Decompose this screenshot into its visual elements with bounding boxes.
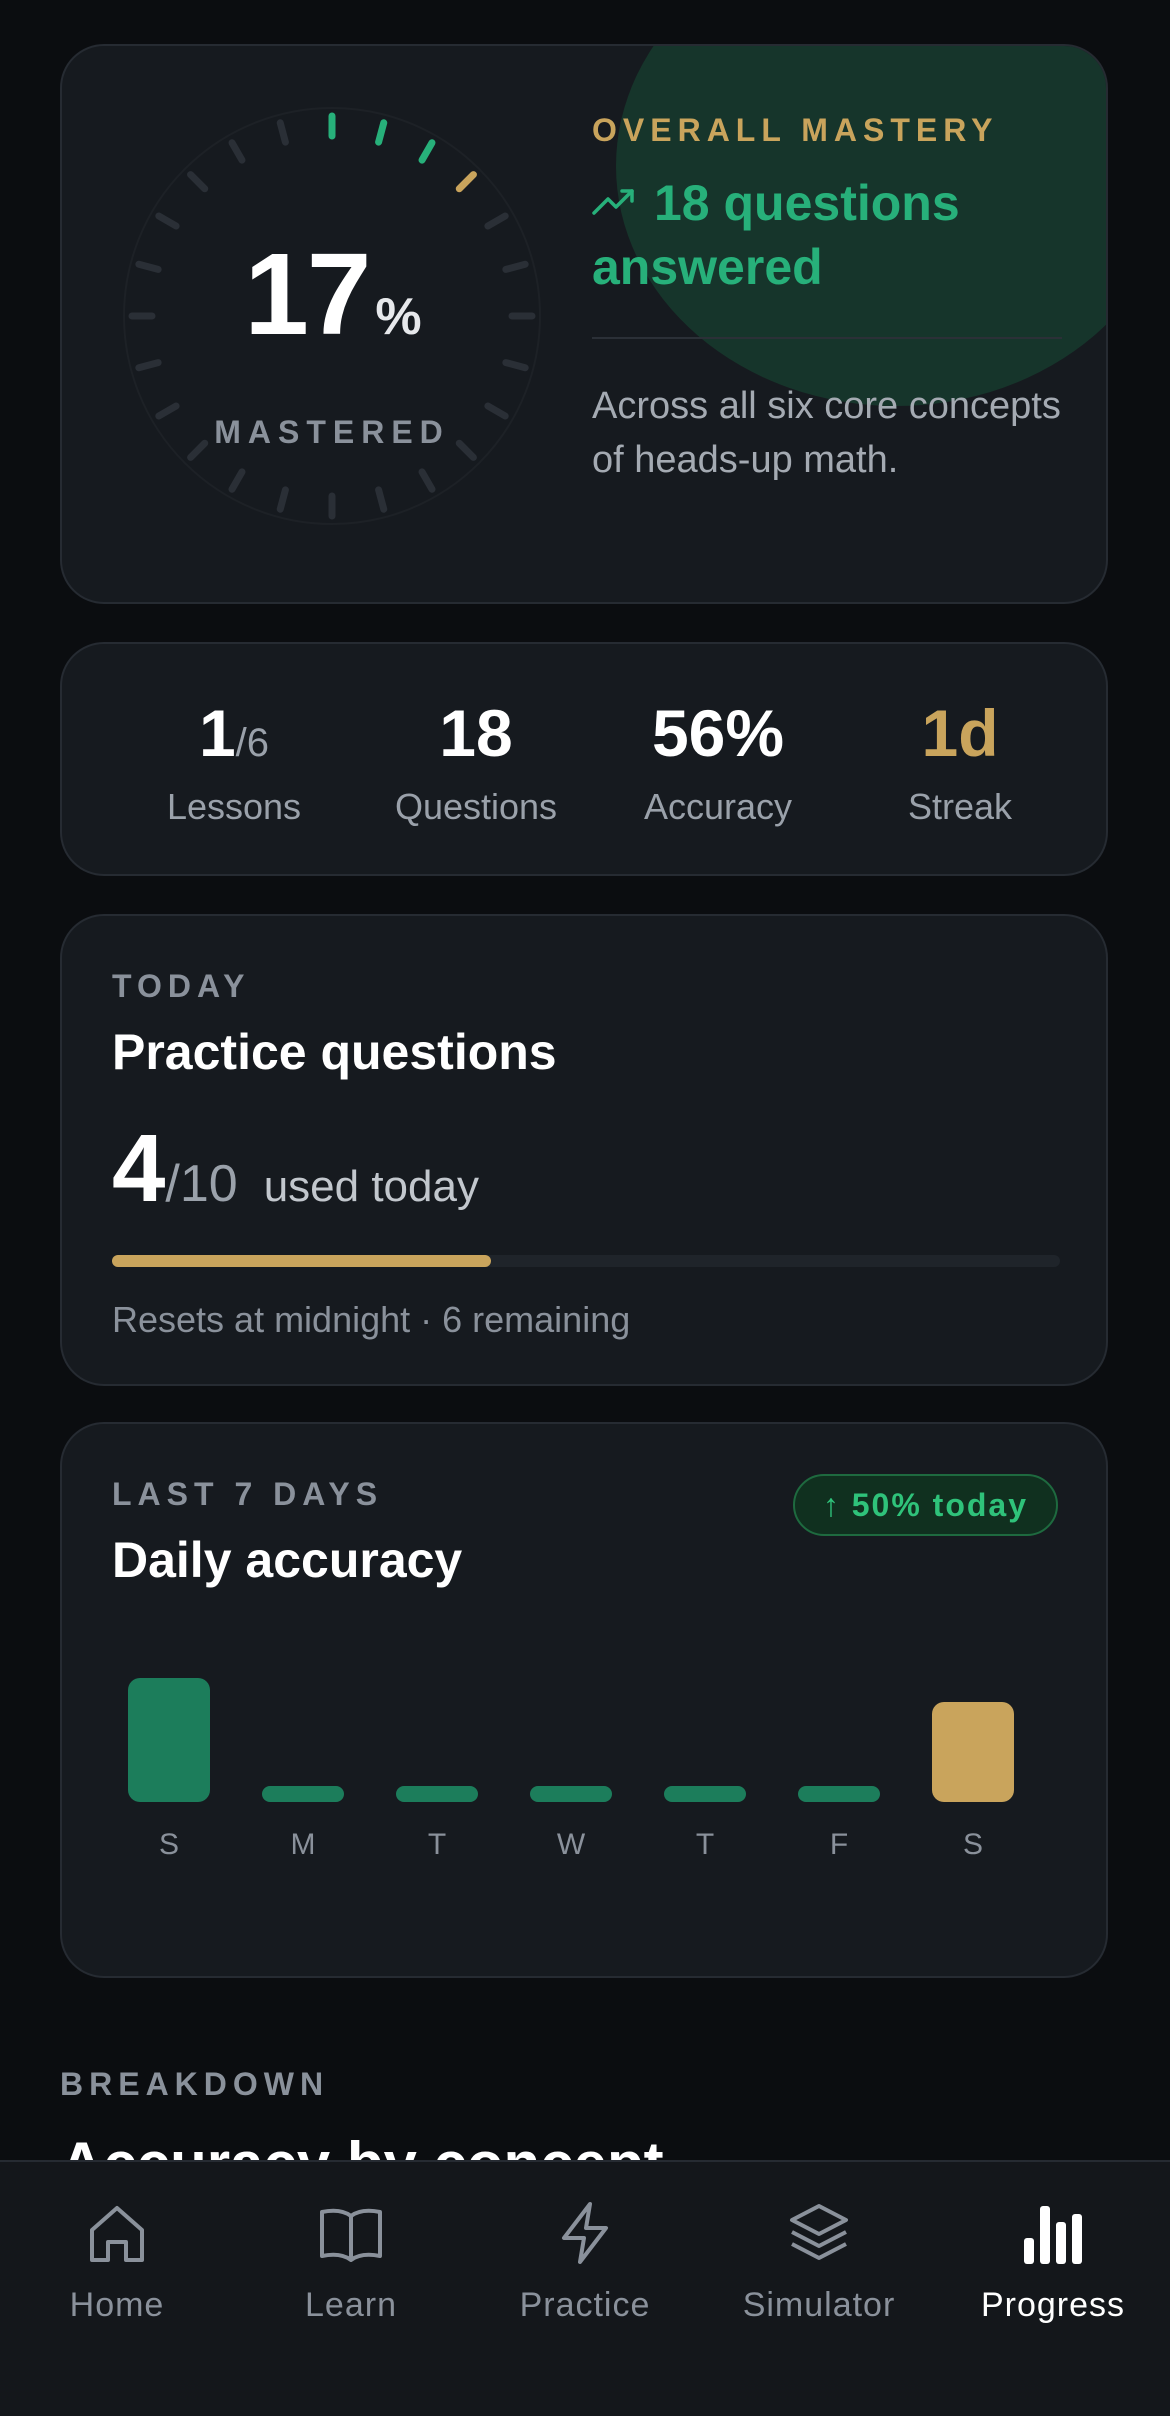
- mastery-card: 17% MASTERED OVERALL MASTERY 18 question…: [60, 44, 1108, 604]
- trending-up-icon: [592, 189, 634, 215]
- bar-chart-icon: [1024, 2206, 1082, 2264]
- bar-6: [932, 1702, 1014, 1802]
- daily-accuracy-title: Daily accuracy: [112, 1532, 463, 1588]
- stat-streak: 1d Streak: [907, 696, 1013, 827]
- dial-tick: [276, 119, 289, 146]
- dial-tick: [228, 139, 246, 164]
- dial-tick: [276, 486, 289, 513]
- nav-home[interactable]: Home: [0, 2198, 234, 2325]
- layers-icon: [790, 2204, 848, 2260]
- bottom-nav: Home Learn Practice Simulator Progress: [0, 2160, 1170, 2416]
- daily-accuracy-card: S M T W T F S LAST 7 DAYS Daily accuracy ↑ 50%…: [60, 1422, 1108, 1978]
- day-label-1: M: [291, 1828, 316, 1861]
- day-label-4: T: [696, 1828, 714, 1861]
- stat-lessons: 1/6 Lessons: [166, 696, 302, 827]
- practice-progress-track: [112, 1255, 1060, 1267]
- book-icon: [320, 2208, 382, 2262]
- nav-simulator[interactable]: Simulator: [702, 2198, 936, 2325]
- dial-tick: [155, 212, 180, 230]
- dial-tick: [455, 171, 477, 193]
- today-eyebrow: TODAY: [112, 968, 251, 1004]
- dial-tick: [375, 486, 388, 513]
- lightning-icon: [562, 2202, 608, 2264]
- bar-1: [262, 1786, 344, 1802]
- dial-tick: [135, 359, 162, 372]
- practice-title: Practice questions: [112, 1024, 557, 1080]
- nav-practice[interactable]: Practice: [468, 2198, 702, 2325]
- dial-tick: [502, 359, 529, 372]
- today-accuracy-badge: ↑ 50% today: [792, 1474, 1058, 1536]
- practice-count: 4/10 used today: [112, 1115, 479, 1222]
- dial-tick: [418, 139, 436, 164]
- breakdown-section: BREAKDOWN Accuracy by concept: [60, 2066, 1108, 2166]
- dial-tick: [228, 468, 246, 493]
- day-label-5: F: [830, 1828, 848, 1861]
- day-label-2: T: [428, 1828, 446, 1861]
- practice-card[interactable]: TODAY Practice questions 4/10 used today …: [60, 914, 1108, 1386]
- stat-questions: 18 Questions: [394, 696, 558, 827]
- bar-5: [798, 1786, 880, 1802]
- dial-tick: [418, 468, 436, 493]
- bar-0: [128, 1678, 210, 1802]
- dial-tick: [187, 171, 209, 193]
- practice-progress-fill: [112, 1255, 492, 1267]
- mastery-description: Across all six core concepts of heads-up…: [592, 385, 1061, 481]
- home-icon: [90, 2206, 144, 2262]
- mastery-percent: 17%: [244, 229, 421, 359]
- bar-3: [530, 1786, 612, 1802]
- dial-tick: [484, 212, 509, 230]
- bar-2: [396, 1786, 478, 1802]
- overall-mastery-eyebrow: OVERALL MASTERY: [592, 112, 999, 148]
- last-7-days-eyebrow: LAST 7 DAYS: [112, 1476, 384, 1512]
- mastery-summary: OVERALL MASTERY 18 questions answered Ac…: [592, 112, 1072, 487]
- questions-answered: 18 questions answered: [592, 175, 960, 295]
- bar-4: [664, 1786, 746, 1802]
- breakdown-eyebrow: BREAKDOWN: [60, 2066, 330, 2102]
- nav-progress[interactable]: Progress: [936, 2198, 1170, 2325]
- stat-accuracy: 56% Accuracy: [643, 696, 793, 827]
- day-label-3: W: [557, 1828, 586, 1861]
- day-label-6: S: [963, 1828, 983, 1861]
- nav-learn[interactable]: Learn: [234, 2198, 468, 2325]
- dial-tick: [375, 119, 388, 146]
- stats-card: 1/6 Lessons 18 Questions 56% Accuracy 1d…: [60, 642, 1108, 876]
- mastered-label: MASTERED: [214, 414, 450, 450]
- practice-reset-text: Resets at midnight · 6 remaining: [112, 1299, 631, 1340]
- day-label-0: S: [159, 1828, 179, 1861]
- summary-divider: [592, 337, 1062, 339]
